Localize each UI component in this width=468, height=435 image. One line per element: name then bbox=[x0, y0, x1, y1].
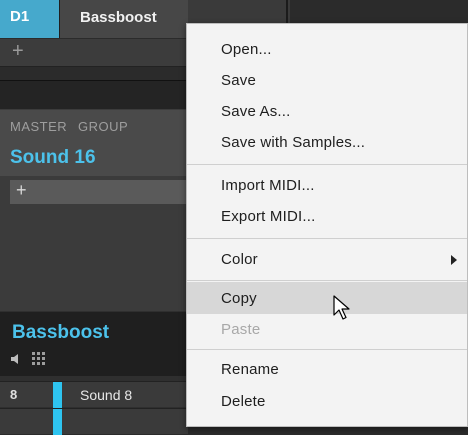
menu-item-label: Save bbox=[221, 72, 256, 89]
menu-item-label: Save As... bbox=[221, 103, 291, 120]
submenu-arrow-icon bbox=[451, 255, 457, 265]
sound-number: 8 bbox=[10, 387, 18, 402]
menu-item-save-with-samples[interactable]: Save with Samples... bbox=[187, 127, 467, 158]
menu-separator bbox=[187, 164, 467, 165]
menu-item-label: Export MIDI... bbox=[221, 208, 316, 225]
sound-color-stripe bbox=[53, 382, 62, 408]
menu-item-copy[interactable]: Copy bbox=[187, 282, 467, 314]
menu-item-delete[interactable]: Delete bbox=[187, 386, 467, 417]
add-group-row[interactable]: + bbox=[0, 39, 188, 67]
menu-separator bbox=[187, 349, 467, 350]
menu-item-rename[interactable]: Rename bbox=[187, 354, 467, 385]
menu-item-label: Copy bbox=[221, 290, 257, 307]
menu-item-open[interactable]: Open... bbox=[187, 34, 467, 65]
menu-item-save-as[interactable]: Save As... bbox=[187, 96, 467, 127]
menu-separator bbox=[187, 238, 467, 239]
menu-item-label: Color bbox=[221, 251, 258, 268]
sound-name: Sound 8 bbox=[80, 387, 133, 403]
speaker-icon[interactable] bbox=[10, 352, 24, 366]
menu-item-label: Paste bbox=[221, 321, 261, 338]
group-slot-label: D1 bbox=[10, 8, 30, 25]
group-name-cell[interactable]: Bassboost bbox=[60, 0, 188, 38]
add-slot-bar[interactable]: + bbox=[10, 180, 188, 204]
add-slot-button[interactable]: + bbox=[16, 180, 27, 201]
context-menu: Open... Save Save As... Save with Sample… bbox=[186, 23, 468, 427]
sound-color-stripe bbox=[53, 409, 62, 435]
menu-item-label: Import MIDI... bbox=[221, 177, 315, 194]
menu-separator bbox=[187, 280, 467, 281]
sound-row[interactable]: 8 Sound 8 bbox=[0, 381, 188, 408]
menu-item-save[interactable]: Save bbox=[187, 65, 467, 96]
menu-item-label: Save with Samples... bbox=[221, 134, 366, 151]
panel-spacer bbox=[0, 80, 188, 110]
tab-group[interactable]: GROUP bbox=[78, 119, 128, 134]
tab-master[interactable]: MASTER bbox=[10, 119, 67, 134]
menu-item-color[interactable]: Color bbox=[187, 244, 467, 275]
group-slot-d1[interactable]: D1 bbox=[0, 0, 60, 38]
menu-item-paste: Paste bbox=[187, 314, 467, 345]
menu-item-label: Rename bbox=[221, 361, 279, 378]
menu-item-export-midi[interactable]: Export MIDI... bbox=[187, 201, 467, 232]
add-group-button[interactable]: + bbox=[12, 40, 24, 63]
sound-row[interactable] bbox=[0, 408, 188, 435]
grid-icon[interactable] bbox=[32, 352, 46, 366]
group-panel-title: Bassboost bbox=[12, 322, 110, 343]
group-name: Bassboost bbox=[80, 9, 157, 26]
menu-item-label: Delete bbox=[221, 393, 266, 410]
mouse-cursor-icon bbox=[333, 295, 350, 320]
menu-item-import-midi[interactable]: Import MIDI... bbox=[187, 170, 467, 201]
menu-item-label: Open... bbox=[221, 41, 272, 58]
sound-title: Sound 16 bbox=[10, 147, 96, 168]
